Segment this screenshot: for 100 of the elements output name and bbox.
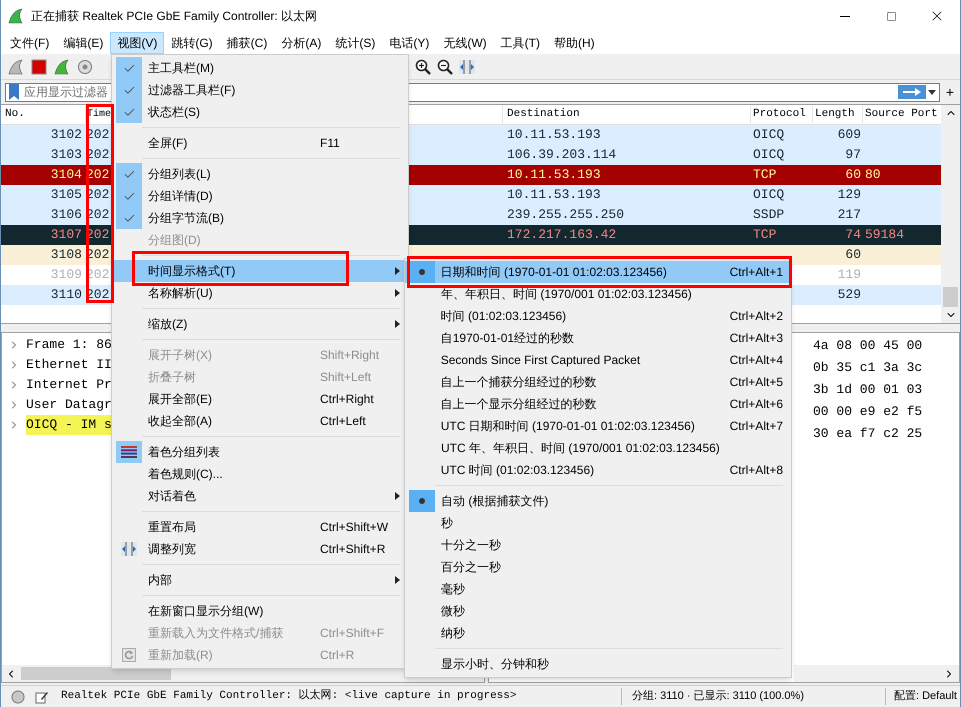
menu-item[interactable]: 着色规则(C)... (112, 463, 408, 485)
menu-item[interactable]: 自上一个捕获分组经过的秒数 Ctrl+Alt+5 (405, 371, 791, 393)
table-cell: 10.11.53.193 (507, 167, 601, 182)
edit-comment-icon[interactable] (35, 690, 49, 704)
tree-item-label: User Datagr (26, 396, 112, 414)
table-cell: 239.255.255.250 (507, 207, 624, 222)
menu-item[interactable]: 秒 (405, 512, 791, 534)
table-cell: 106.39.203.114 (507, 147, 616, 162)
menu-bar-item[interactable]: 分析(A) (274, 32, 328, 54)
stop-capture-icon[interactable] (31, 58, 47, 74)
table-cell: 609 (838, 127, 861, 142)
menu-item[interactable]: 在新窗口显示分组(W) (112, 600, 408, 622)
menu-item[interactable]: 主工具栏(M) (112, 57, 408, 79)
column-header[interactable]: Source Port (863, 106, 941, 123)
tree-item[interactable]: Frame 1: 86 (2, 335, 112, 355)
menu-item[interactable]: 自1970-01-01经过的秒数 Ctrl+Alt+3 (405, 327, 791, 349)
column-header[interactable]: Destination (503, 106, 751, 123)
menu-item[interactable]: 对话着色 (112, 485, 408, 507)
menu-item[interactable]: Seconds Since First Captured Packet Ctrl+Alt+4 (405, 349, 791, 371)
table-cell: 129 (838, 187, 861, 202)
reload-icon (122, 648, 136, 662)
menu-item[interactable]: 十分之一秒 (405, 534, 791, 556)
tree-item[interactable]: OICQ - IM s (2, 415, 112, 435)
column-resize-icon (121, 542, 137, 556)
table-cell-text: 3108 (50, 246, 82, 264)
menu-bar-item[interactable]: 无线(W) (436, 32, 494, 54)
arrow-icon (902, 88, 921, 96)
menu-item[interactable]: 纳秒 (405, 622, 791, 644)
menu-item[interactable]: 自动 (根据捕获文件) (405, 490, 791, 512)
table-cell: OICQ (753, 187, 784, 202)
menu-item[interactable]: 状态栏(S) (112, 101, 408, 123)
menu-bar-item[interactable]: 文件(F) (3, 32, 56, 54)
hex-bytes: 4a 08 00 45 00 (813, 337, 922, 356)
zoom-in-icon[interactable] (415, 58, 431, 74)
zoom-out-icon[interactable] (437, 58, 453, 74)
menu-bar-item[interactable]: 工具(T) (494, 32, 547, 54)
window-title: 正在捕获 Realtek PCIe GbE Family Controller: 以太网 (31, 8, 318, 25)
horizontal-scrollbar[interactable] (794, 665, 959, 682)
table-cell: TCP (753, 227, 776, 242)
menu-bar-item[interactable]: 编辑(E) (56, 32, 110, 54)
menu-bar-item[interactable]: 视图(V) (110, 32, 164, 54)
menu-item[interactable]: 着色分组列表 (112, 441, 408, 463)
profile-text: 配置: Default (885, 688, 957, 705)
menu-item[interactable]: 调整列宽 Ctrl+Shift+R (112, 538, 408, 560)
column-header[interactable]: Time (87, 109, 112, 120)
table-cell-text: 3110 (50, 286, 82, 304)
menu-item[interactable]: 毫秒 (405, 578, 791, 600)
menu-item[interactable]: 重置布局 Ctrl+Shift+W (112, 516, 408, 538)
menu-item[interactable]: 微秒 (405, 600, 791, 622)
scroll-thumb[interactable] (943, 287, 958, 307)
menu-item[interactable]: 显示小时、分钟和秒 (405, 653, 791, 675)
menu-bar-item[interactable]: 捕获(C) (220, 32, 274, 54)
settings-icon[interactable] (77, 58, 93, 74)
menu-bar-item[interactable]: 帮助(H) (546, 32, 602, 54)
column-header[interactable]: Length (813, 106, 863, 123)
submenu-arrow-icon (395, 320, 400, 328)
hex-bytes: 30 ea f7 c2 25 (813, 425, 922, 444)
menu-item[interactable]: 百分之一秒 (405, 556, 791, 578)
menu-item[interactable]: 自上一个显示分组经过的秒数 Ctrl+Alt+6 (405, 393, 791, 415)
tree-item[interactable]: Internet Pr (2, 375, 112, 395)
menu-item[interactable]: 日期和时间 (1970-01-01 01:02:03.123456) Ctrl+Alt+1 (405, 261, 791, 283)
menu-item[interactable]: UTC 时间 (01:02:03.123456) Ctrl+Alt+8 (405, 459, 791, 481)
tree-item[interactable]: User Datagr (2, 395, 112, 415)
restart-capture-icon[interactable] (53, 58, 71, 76)
tree-item[interactable]: Ethernet II (2, 355, 112, 375)
table-cell: 60 (845, 167, 861, 182)
menu-item[interactable]: UTC 日期和时间 (1970-01-01 01:02:03.123456) Ctrl+Alt+7 (405, 415, 791, 437)
add-filter-button[interactable]: + (944, 85, 956, 99)
bookmark-icon[interactable] (8, 84, 20, 100)
status-indicator-icon[interactable] (11, 690, 25, 704)
column-resize-icon[interactable] (459, 60, 475, 74)
table-cell: 529 (838, 287, 861, 302)
menu-item[interactable]: 名称解析(U) (112, 282, 408, 304)
packet-count-text: 分组: 3110 · 已显示: 3110 (100.0%) (621, 688, 885, 705)
dropdown-caret-icon[interactable] (928, 90, 936, 94)
column-header[interactable]: No. (1, 106, 86, 123)
capture-status-text: Realtek PCIe GbE Family Controller: 以太网: <live capture in progress> (61, 688, 518, 704)
menu-item[interactable]: 内部 (112, 569, 408, 591)
table-cell: 119 (838, 267, 861, 282)
table-cell-text: 3109 (50, 266, 82, 284)
menu-bar-item[interactable]: 跳转(G) (164, 32, 220, 54)
menu-item[interactable]: 分组列表(L) (112, 163, 408, 185)
menu-item[interactable]: 时间 (01:02:03.123456) Ctrl+Alt+2 (405, 305, 791, 327)
menu-bar-item[interactable]: 统计(S) (328, 32, 382, 54)
scroll-thumb[interactable] (21, 667, 171, 680)
menu-bar-item[interactable]: 电话(Y) (382, 32, 436, 54)
app-logo-icon[interactable] (7, 7, 25, 25)
vertical-scrollbar[interactable] (941, 105, 960, 323)
menu-item[interactable]: 展开全部(E) Ctrl+Right (112, 388, 408, 410)
menu-item[interactable]: UTC 年、年积日、时间 (1970/001 01:02:03.123456) (405, 437, 791, 459)
menu-item[interactable]: 缩放(Z) (112, 313, 408, 335)
menu-item[interactable]: 分组详情(D) (112, 185, 408, 207)
hex-bytes: 3b 1d 00 01 03 (813, 381, 922, 400)
table-cell-text: 3105 (50, 186, 82, 204)
table-cell-text: 3106 (50, 206, 82, 224)
maximize-icon (886, 10, 896, 22)
start-capture-icon[interactable] (7, 58, 25, 76)
menu-item[interactable]: 收起全部(A) Ctrl+Left (112, 410, 408, 432)
column-header[interactable]: Protocol (751, 106, 813, 123)
table-cell: 10.11.53.193 (507, 127, 601, 142)
